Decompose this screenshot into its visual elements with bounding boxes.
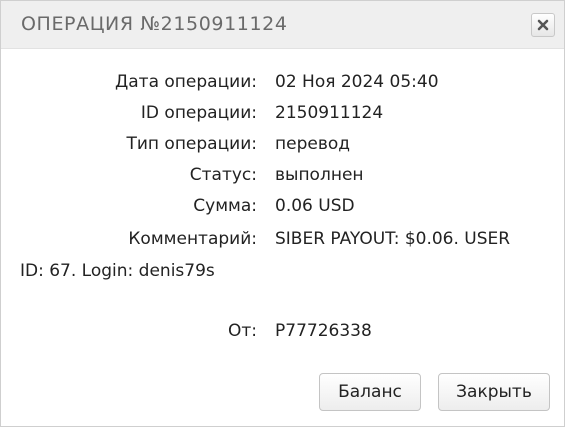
close-dialog-button[interactable]: Закрыть: [438, 373, 550, 411]
amount-value: 0.06 USD: [275, 196, 355, 216]
row-operation-type: Тип операции: перевод: [1, 132, 565, 156]
operation-id-label: ID операции:: [140, 103, 257, 123]
row-date: Дата операции: 02 Ноя 2024 05:40: [1, 70, 565, 94]
date-label: Дата операции:: [114, 72, 257, 92]
amount-label: Сумма:: [193, 196, 257, 216]
row-comment: Комментарий: SIBER PAYOUT: $0.06. USER: [1, 227, 565, 251]
operation-type-value: перевод: [275, 134, 350, 154]
row-operation-id: ID операции: 2150911124: [1, 101, 565, 125]
from-value: P77726338: [275, 321, 372, 341]
comment-value: SIBER PAYOUT: $0.06. USER: [275, 229, 511, 249]
comment-value-continuation: ID: 67. Login: denis79s: [20, 261, 215, 281]
row-status: Статус: выполнен: [1, 163, 565, 187]
dialog-titlebar: ОПЕРАЦИЯ №2150911124: [1, 1, 564, 49]
operation-id-value: 2150911124: [275, 103, 384, 123]
dialog-title: ОПЕРАЦИЯ №2150911124: [21, 13, 288, 35]
row-from: От: P77726338: [1, 319, 565, 343]
date-value: 02 Ноя 2024 05:40: [275, 72, 439, 92]
balance-button[interactable]: Баланс: [319, 373, 421, 411]
comment-label: Комментарий:: [128, 229, 257, 249]
status-value: выполнен: [275, 165, 364, 185]
from-label: От:: [227, 321, 257, 341]
operation-type-label: Тип операции:: [126, 134, 257, 154]
status-label: Статус:: [189, 165, 257, 185]
close-icon: [537, 19, 549, 31]
row-amount: Сумма: 0.06 USD: [1, 194, 565, 218]
operation-dialog: ОПЕРАЦИЯ №2150911124 Дата операции: 02 Н…: [0, 0, 565, 427]
close-button[interactable]: [531, 13, 555, 37]
